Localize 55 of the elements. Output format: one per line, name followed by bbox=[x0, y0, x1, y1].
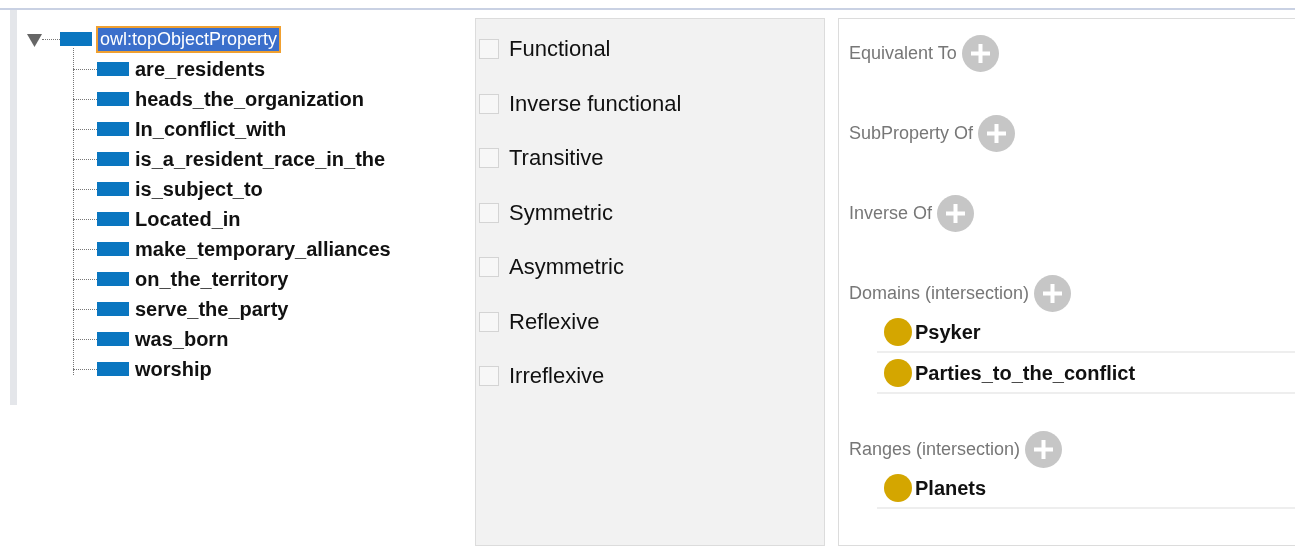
section-title: Equivalent To bbox=[849, 42, 957, 64]
section-title: Domains (intersection) bbox=[849, 282, 1030, 304]
property-icon bbox=[97, 182, 129, 196]
checkbox[interactable] bbox=[479, 202, 499, 223]
checkbox[interactable] bbox=[479, 148, 499, 169]
property-icon bbox=[97, 302, 129, 316]
property-icon bbox=[97, 122, 129, 136]
section-title: Inverse Of bbox=[849, 202, 933, 224]
checkbox-label: Functional bbox=[509, 36, 611, 63]
tree-item[interactable]: Located_in bbox=[135, 207, 241, 231]
tree-item[interactable]: serve_the_party bbox=[135, 297, 289, 321]
list-item[interactable]: Planets bbox=[915, 476, 987, 500]
add-icon[interactable] bbox=[1034, 274, 1072, 312]
tree-item[interactable]: on_the_territory bbox=[135, 267, 289, 291]
section-title: SubProperty Of bbox=[849, 122, 974, 144]
checkbox-label: Symmetric bbox=[509, 199, 613, 226]
tree-item[interactable]: are_residents bbox=[135, 57, 266, 81]
property-icon bbox=[97, 272, 129, 286]
class-icon bbox=[884, 474, 912, 502]
property-icon bbox=[97, 92, 129, 106]
add-icon[interactable] bbox=[1025, 430, 1063, 468]
tree-item[interactable]: heads_the_organization bbox=[135, 87, 364, 111]
property-icon bbox=[97, 62, 129, 76]
tree-item[interactable]: is_a_resident_race_in_the bbox=[135, 147, 386, 171]
tree-item[interactable]: In_conflict_with bbox=[135, 117, 287, 141]
property-icon bbox=[97, 362, 129, 376]
list-item[interactable]: Parties_to_the_conflict bbox=[915, 361, 1136, 385]
list-item[interactable]: Psyker bbox=[915, 320, 981, 344]
property-icon bbox=[97, 242, 129, 256]
section-title: Ranges (intersection) bbox=[849, 438, 1021, 460]
checkbox[interactable] bbox=[479, 366, 499, 387]
tree-item[interactable]: worship bbox=[135, 357, 212, 381]
class-icon bbox=[884, 359, 912, 387]
collapse-triangle-icon[interactable] bbox=[27, 31, 42, 47]
add-icon[interactable] bbox=[978, 114, 1016, 152]
checkbox-label: Inverse functional bbox=[509, 90, 682, 117]
checkbox[interactable] bbox=[479, 39, 499, 60]
add-icon[interactable] bbox=[961, 34, 999, 72]
checkbox-label: Reflexive bbox=[509, 308, 600, 335]
add-icon[interactable] bbox=[937, 194, 975, 232]
checkbox-label: Irreflexive bbox=[509, 363, 605, 390]
tree-item[interactable]: owl:topObjectProperty bbox=[96, 25, 282, 53]
property-icon bbox=[97, 332, 129, 346]
tree-item[interactable]: make_temporary_alliances bbox=[135, 237, 391, 261]
checkbox[interactable] bbox=[479, 93, 499, 114]
checkbox[interactable] bbox=[479, 311, 499, 332]
property-icon bbox=[60, 32, 92, 46]
checkbox-label: Asymmetric bbox=[509, 254, 624, 281]
property-icon bbox=[97, 152, 129, 166]
tree-item[interactable]: is_subject_to bbox=[135, 177, 263, 201]
tree-item[interactable]: was_born bbox=[135, 327, 229, 351]
checkbox[interactable] bbox=[479, 257, 499, 278]
class-icon bbox=[884, 318, 912, 346]
checkbox-label: Transitive bbox=[509, 145, 604, 172]
property-icon bbox=[97, 212, 129, 226]
